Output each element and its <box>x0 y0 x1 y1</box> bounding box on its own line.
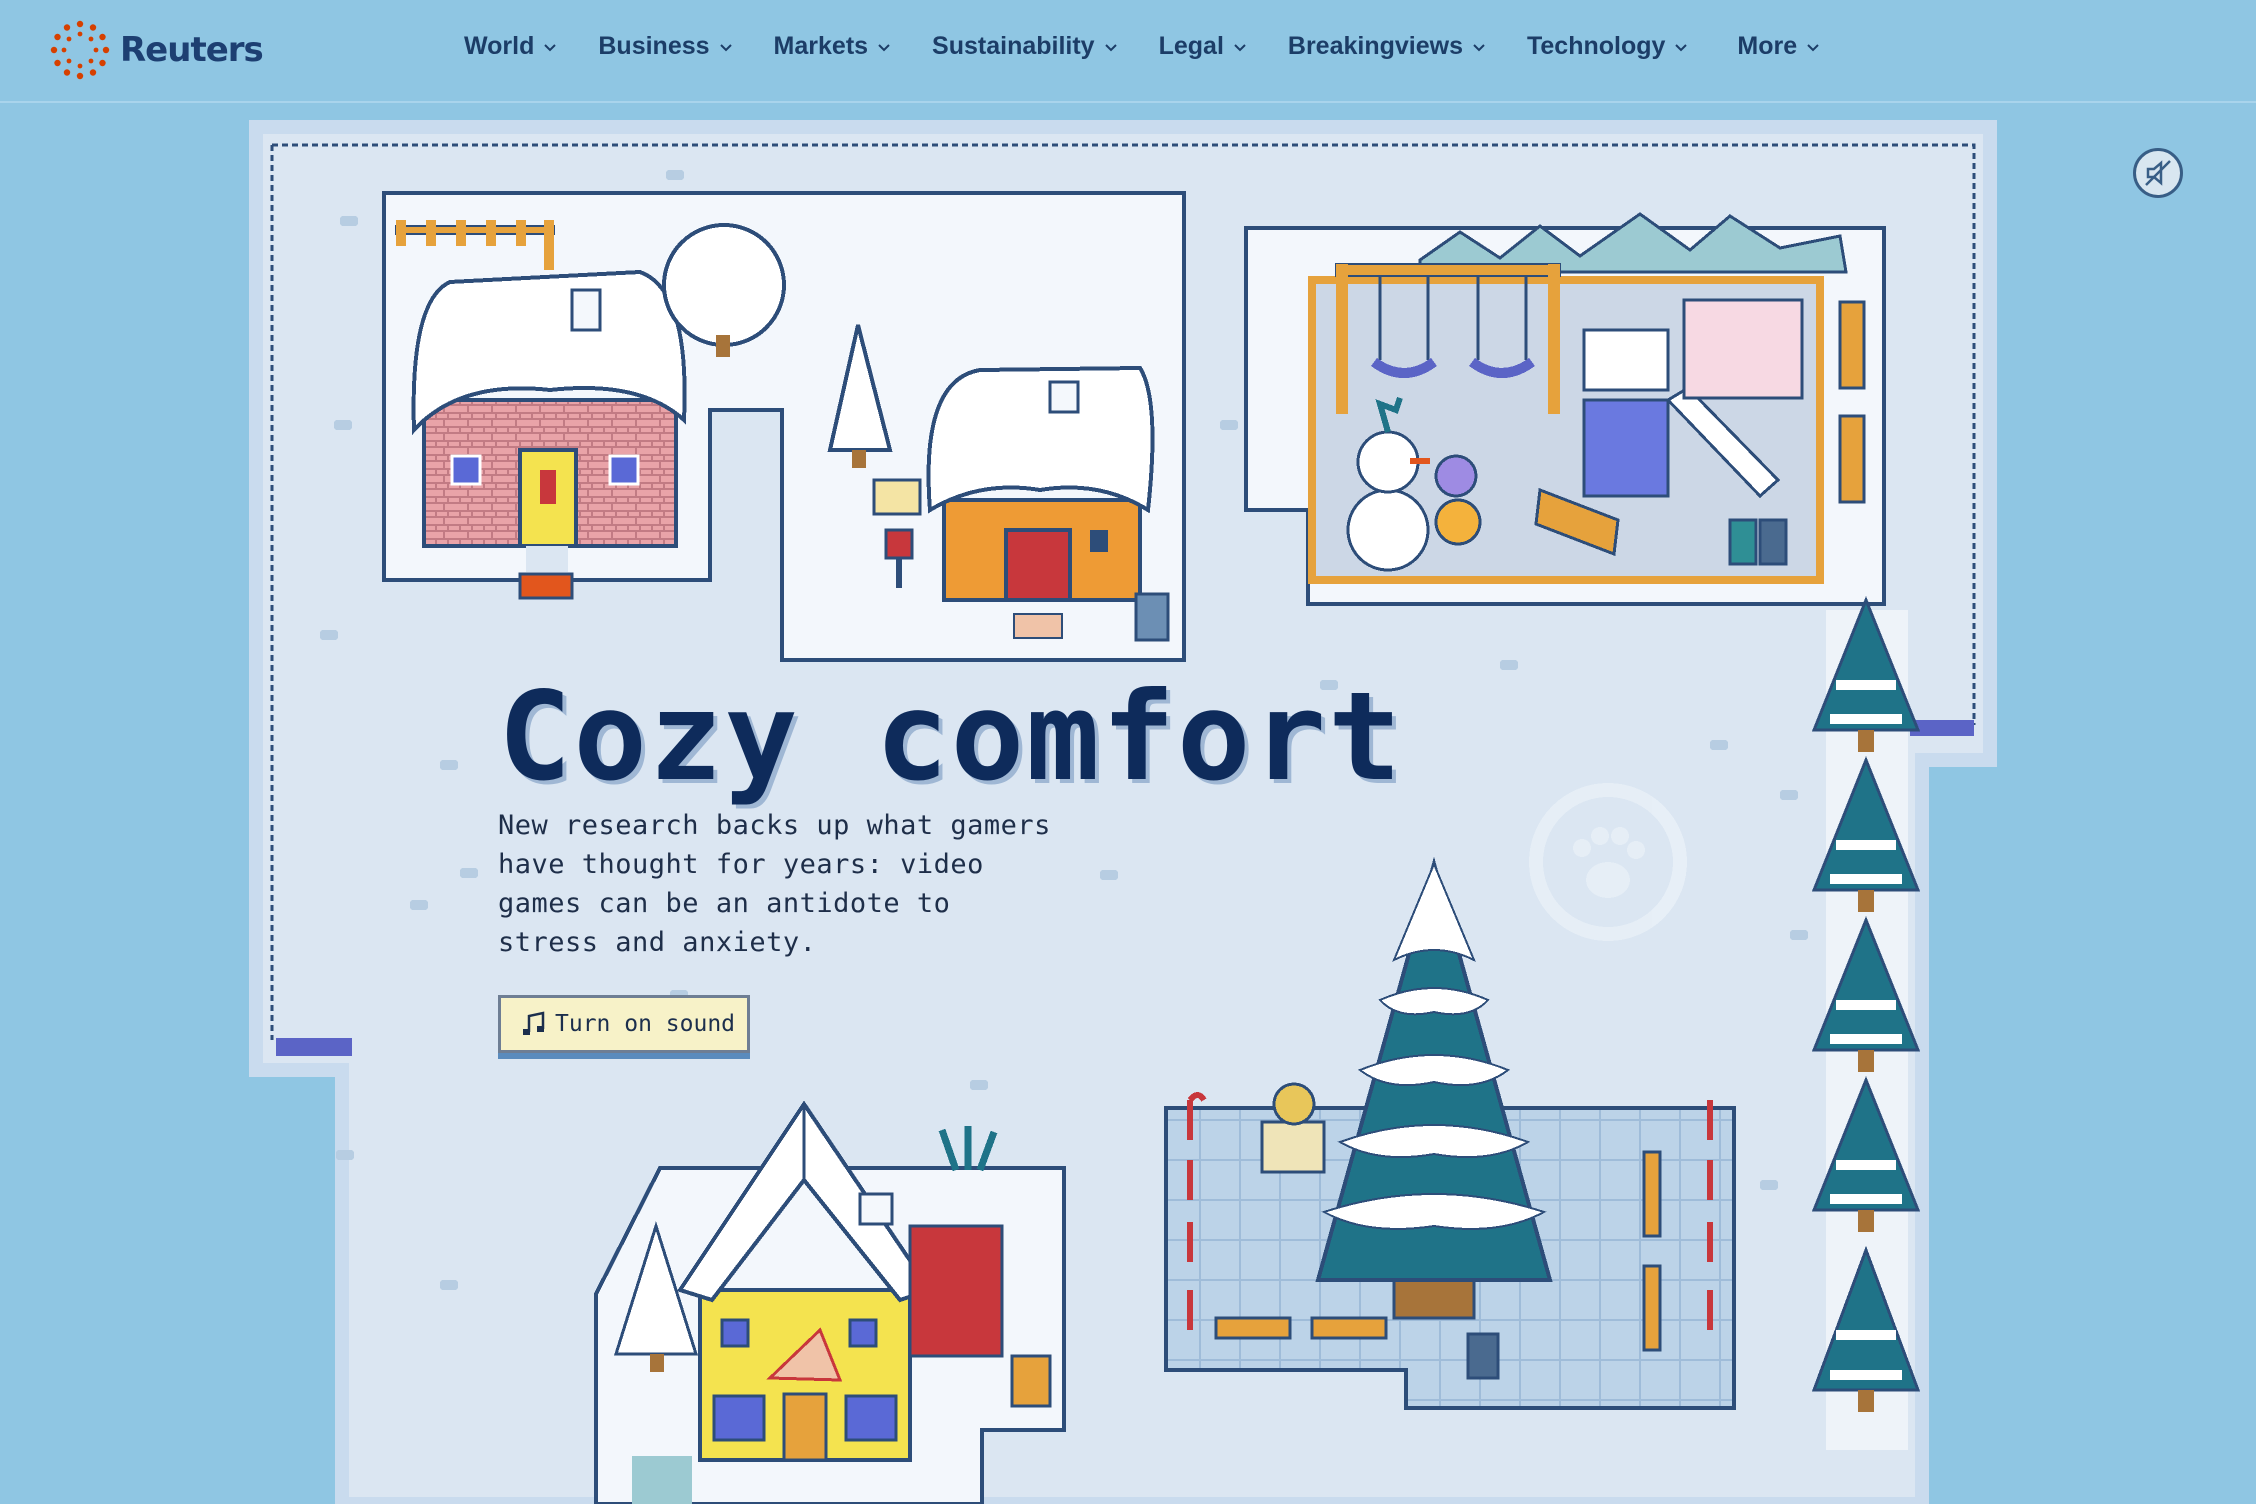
music-note-icon <box>523 1011 545 1035</box>
nav-item-breakingviews[interactable]: Breakingviews <box>1288 32 1487 61</box>
nav-item-markets[interactable]: Markets <box>774 32 893 61</box>
kid-character <box>1434 454 1478 498</box>
trash-bin <box>1758 518 1788 566</box>
nav-label: Legal <box>1158 32 1224 60</box>
kid-character <box>1434 498 1482 546</box>
sound-button-label: Turn on sound <box>555 1011 736 1037</box>
chevron-down-icon <box>1473 43 1485 51</box>
chevron-down-icon <box>1104 43 1117 51</box>
nav-label: More <box>1737 32 1798 60</box>
chevron-down-icon <box>544 43 557 51</box>
nav-item-legal[interactable]: Legal <box>1159 32 1248 61</box>
turn-on-sound-button[interactable]: Turn on sound <box>498 995 750 1053</box>
chevron-down-icon <box>878 43 890 51</box>
nav-item-business[interactable]: Business <box>598 32 733 61</box>
nav-label: Markets <box>773 32 869 60</box>
site-header: Reuters World Business Markets Sustainab… <box>0 0 2256 103</box>
nav-item-more[interactable]: More <box>1737 32 1821 61</box>
nav-item-sustainability[interactable]: Sustainability <box>932 32 1119 61</box>
chevron-down-icon <box>719 43 732 51</box>
nav-label: Sustainability <box>932 32 1095 60</box>
trash-bin <box>1728 518 1758 566</box>
billboard <box>1682 298 1804 400</box>
brand-name: Reuters <box>120 30 264 70</box>
nav-label: World <box>464 32 535 60</box>
playground-block <box>1244 212 1886 606</box>
nav-label: Breakingviews <box>1287 32 1463 60</box>
main-nav: World Business Markets Sustainability Le… <box>464 32 1861 61</box>
page-subtitle: New research backs up what gamers have t… <box>498 810 1051 958</box>
orange-house <box>926 365 1170 642</box>
chevron-down-icon <box>1675 43 1688 51</box>
nav-item-world[interactable]: World <box>464 32 558 61</box>
reuters-logo-icon <box>50 20 110 80</box>
nav-item-technology[interactable]: Technology <box>1527 32 1689 61</box>
muted-speaker-icon <box>2145 160 2171 186</box>
reuters-logo[interactable]: Reuters <box>48 18 264 82</box>
mute-toggle-button[interactable] <box>2133 148 2183 198</box>
page-title: Cozy comfort <box>498 666 1404 808</box>
chevron-down-icon <box>1234 43 1246 51</box>
chevron-down-icon <box>1807 43 1819 51</box>
statue <box>1260 1120 1326 1174</box>
nav-label: Technology <box>1526 32 1666 60</box>
pine-tree-row <box>1811 595 1921 1450</box>
nav-label: Business <box>598 32 710 60</box>
